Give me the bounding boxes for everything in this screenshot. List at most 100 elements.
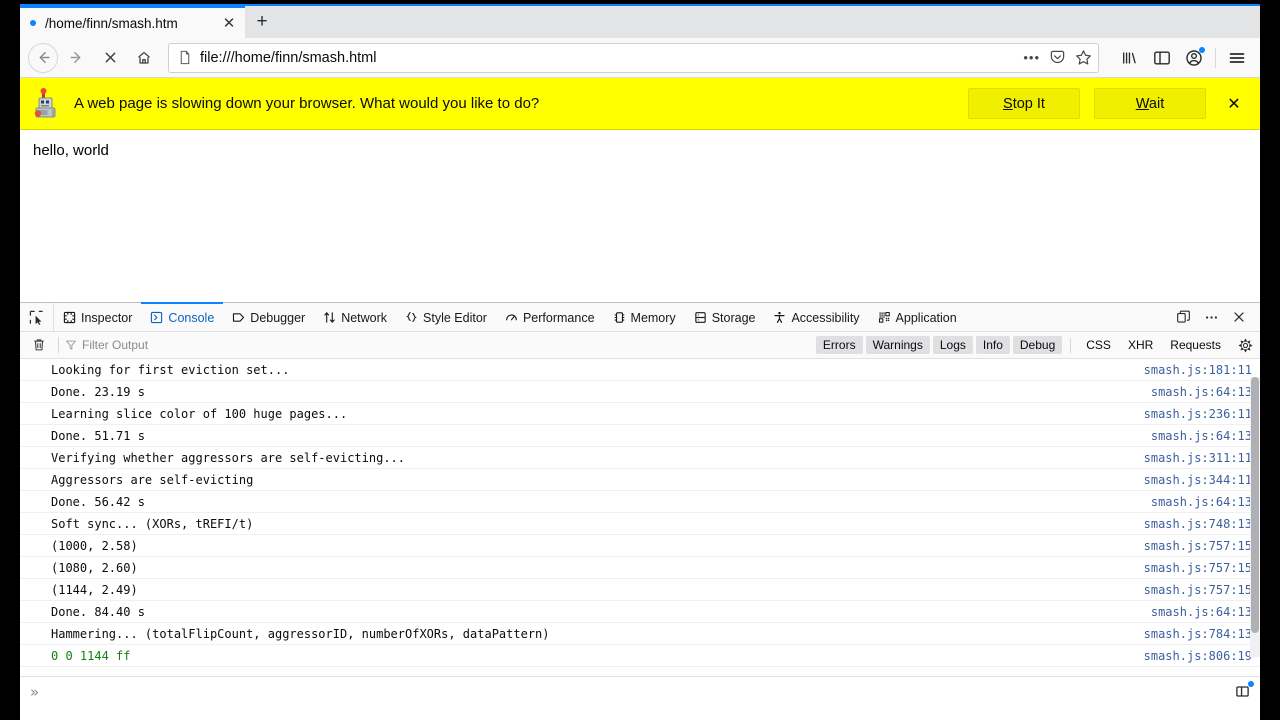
- log-source-link[interactable]: smash.js:181:11: [1144, 363, 1252, 377]
- console-log-row[interactable]: Done. 23.19 s smash.js:64:13: [20, 381, 1260, 403]
- filter-pill-logs[interactable]: Logs: [932, 336, 973, 354]
- log-source-link[interactable]: smash.js:64:13: [1151, 495, 1252, 509]
- browser-tab[interactable]: /home/finn/smash.htm ✕: [20, 6, 245, 38]
- console-log-row[interactable]: 0 0 1144 ff smash.js:806:19: [20, 645, 1260, 667]
- log-source-link[interactable]: smash.js:236:11: [1144, 407, 1252, 421]
- library-icon[interactable]: [1115, 43, 1145, 73]
- sidebar-icon[interactable]: [1147, 43, 1177, 73]
- home-icon[interactable]: [128, 43, 160, 73]
- tab-inspector[interactable]: Inspector: [54, 302, 141, 331]
- account-icon[interactable]: [1179, 43, 1209, 73]
- console-log-row[interactable]: Done. 84.40 s smash.js:64:13: [20, 601, 1260, 623]
- filter-pill-css[interactable]: CSS: [1079, 336, 1118, 354]
- dock-to-side-icon[interactable]: [1170, 304, 1196, 330]
- console-log-row[interactable]: Soft sync... (XORs, tREFI/t) smash.js:748…: [20, 513, 1260, 535]
- console-icon: [150, 311, 163, 324]
- log-source-link[interactable]: smash.js:344:11: [1144, 473, 1252, 487]
- console-log-row[interactable]: Looking for first eviction set... smash.j…: [20, 359, 1260, 381]
- filterbar-divider: [58, 337, 59, 353]
- log-source-link[interactable]: smash.js:311:11: [1144, 451, 1252, 465]
- console-log-row[interactable]: Learning slice color of 100 huge pages..…: [20, 403, 1260, 425]
- browser-window: /home/finn/smash.htm ✕ + file:///home/fi…: [20, 4, 1260, 720]
- console-log-row[interactable]: Aggressors are self-evicting smash.js:344…: [20, 469, 1260, 491]
- hamburger-menu-icon[interactable]: [1222, 43, 1252, 73]
- filter-pill-debug[interactable]: Debug: [1012, 336, 1063, 354]
- log-message: 0 0 1144 ff: [51, 648, 131, 663]
- tab-performance[interactable]: Performance: [496, 302, 604, 331]
- tab-storage[interactable]: Storage: [685, 302, 765, 331]
- console-log-row[interactable]: (1000, 2.58) smash.js:757:15: [20, 535, 1260, 557]
- console-log-row[interactable]: (1144, 2.49) smash.js:757:15: [20, 579, 1260, 601]
- page-body-text: hello, world: [33, 142, 109, 159]
- scrollbar-thumb[interactable]: [1251, 377, 1259, 633]
- filter-input[interactable]: Filter Output: [65, 338, 816, 352]
- page-actions-icon[interactable]: •••: [1023, 50, 1040, 65]
- console-input-row[interactable]: »: [20, 676, 1260, 706]
- style-editor-icon: [405, 311, 418, 324]
- tab-style-editor[interactable]: Style Editor: [396, 302, 496, 331]
- url-bar[interactable]: file:///home/finn/smash.html •••: [168, 42, 1099, 73]
- gear-icon[interactable]: [1232, 334, 1258, 356]
- log-message: Done. 84.40 s: [51, 604, 145, 619]
- log-message: Aggressors are self-evicting: [51, 472, 254, 487]
- forward-icon[interactable]: [60, 43, 92, 73]
- tab-memory[interactable]: Memory: [604, 302, 685, 331]
- trash-icon[interactable]: [26, 334, 52, 356]
- console-log-row[interactable]: Verifying whether aggressors are self-ev…: [20, 447, 1260, 469]
- log-source-link[interactable]: smash.js:64:13: [1151, 605, 1252, 619]
- page-content-area: hello, world: [20, 130, 1260, 302]
- tab-label: Performance: [522, 310, 595, 325]
- tab-accessibility[interactable]: Accessibility: [764, 302, 868, 331]
- console-log-row[interactable]: (1080, 2.60) smash.js:757:15: [20, 557, 1260, 579]
- memory-icon: [613, 311, 626, 324]
- filter-pill-requests[interactable]: Requests: [1163, 336, 1228, 354]
- tab-network[interactable]: Network: [314, 302, 396, 331]
- tab-application[interactable]: Application: [869, 302, 966, 331]
- account-notification-dot: [1199, 46, 1205, 53]
- tab-console[interactable]: Console: [141, 302, 224, 331]
- console-log-row[interactable]: Done. 56.42 s smash.js:64:13: [20, 491, 1260, 513]
- wait-button[interactable]: Wait: [1094, 88, 1206, 119]
- log-message: (1000, 2.58): [51, 538, 138, 553]
- log-message: Done. 23.19 s: [51, 384, 145, 399]
- close-icon[interactable]: ✕: [219, 13, 239, 33]
- notification-close-icon[interactable]: ✕: [1220, 90, 1248, 118]
- console-output[interactable]: Looking for first eviction set... smash.j…: [20, 359, 1260, 676]
- filter-pill-info[interactable]: Info: [975, 336, 1010, 354]
- console-log-row[interactable]: Done. 51.71 s smash.js:64:13: [20, 425, 1260, 447]
- element-picker-icon[interactable]: [20, 303, 54, 331]
- console-log-row[interactable]: Hammering... (totalFlipCount, aggressorI…: [20, 623, 1260, 645]
- slow-script-notification-bar: A web page is slowing down your browser.…: [20, 78, 1260, 130]
- filter-pill-warnings[interactable]: Warnings: [865, 336, 930, 354]
- tab-strip: /home/finn/smash.htm ✕ +: [20, 4, 1260, 38]
- tab-label: Inspector: [81, 310, 133, 325]
- storage-icon: [694, 311, 707, 324]
- back-icon[interactable]: [28, 42, 58, 73]
- stop-it-button[interactable]: Stop It: [968, 88, 1080, 119]
- log-source-link[interactable]: smash.js:64:13: [1151, 429, 1252, 443]
- log-source-link[interactable]: smash.js:757:15: [1144, 561, 1252, 575]
- bookmark-star-icon[interactable]: [1075, 49, 1092, 66]
- browser-toolbar-actions: [1115, 43, 1252, 73]
- console-scrollbar[interactable]: [1250, 377, 1260, 657]
- console-filter-pills: Errors Warnings Logs Info Debug CSS XHR …: [815, 336, 1228, 354]
- console-input[interactable]: [47, 677, 1230, 706]
- log-source-link[interactable]: smash.js:784:13: [1144, 627, 1252, 641]
- stop-icon[interactable]: [94, 43, 126, 73]
- pill-divider: [1070, 337, 1072, 353]
- meatball-menu-icon[interactable]: [1198, 304, 1224, 330]
- log-source-link[interactable]: smash.js:64:13: [1151, 385, 1252, 399]
- log-source-link[interactable]: smash.js:806:19: [1144, 649, 1252, 663]
- log-source-link[interactable]: smash.js:757:15: [1144, 539, 1252, 553]
- notification-message: A web page is slowing down your browser.…: [74, 95, 540, 112]
- devtools-close-icon[interactable]: [1226, 304, 1252, 330]
- log-source-link[interactable]: smash.js:757:15: [1144, 583, 1252, 597]
- log-source-link[interactable]: smash.js:748:13: [1144, 517, 1252, 531]
- new-tab-button[interactable]: +: [245, 6, 279, 38]
- pocket-icon[interactable]: [1049, 49, 1066, 66]
- filter-pill-errors[interactable]: Errors: [815, 336, 863, 354]
- tab-debugger[interactable]: Debugger: [223, 302, 314, 331]
- log-message: Learning slice color of 100 huge pages..…: [51, 406, 348, 421]
- split-console-icon[interactable]: [1230, 680, 1254, 703]
- filter-pill-xhr[interactable]: XHR: [1121, 336, 1160, 354]
